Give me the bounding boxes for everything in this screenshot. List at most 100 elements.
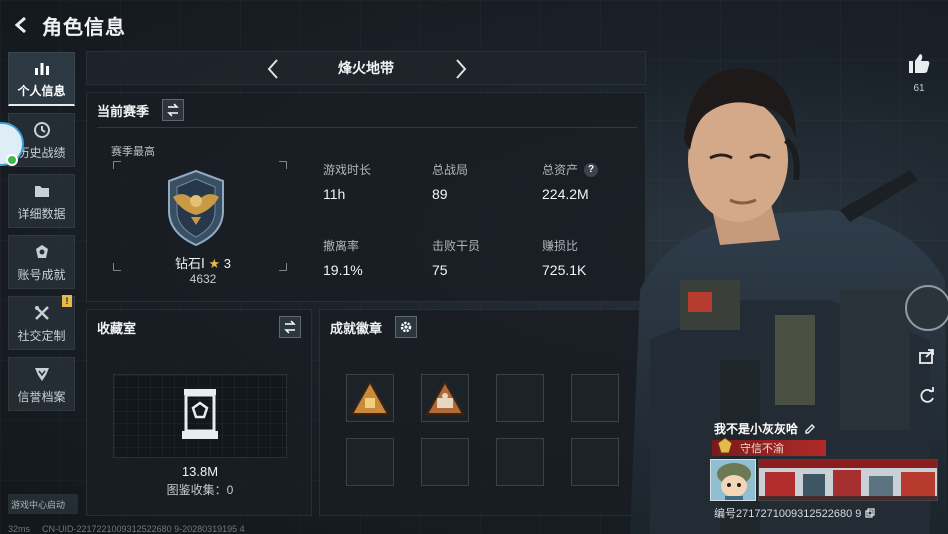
diamond-rank-emblem-icon [168,169,224,247]
sidebar-item-label: 个人信息 [17,84,66,98]
stat-value: 75 [432,262,448,278]
stat-value: 725.1K [542,262,587,278]
bottom-status-bar: 32ms CN-UID-2217221009312522680 9-202803… [8,524,408,534]
frame-corner [113,161,121,169]
sidebar-item-label: 社交定制 [17,328,66,343]
player-id: 编号2717271009312522680 9 [714,508,862,520]
stat-label: 赚损比 [542,239,579,253]
rank-name-row: 钻石Ⅰ ★ 3 [143,253,263,272]
panel-title: 成就徽章 [330,321,383,336]
share-icon [919,349,934,364]
stat-label: 击败干员 [432,239,481,253]
thumbs-up-icon[interactable] [907,52,931,74]
swap-icon [167,103,179,117]
back-button[interactable] [8,12,34,38]
bar-chart-icon [32,58,52,78]
gold-badge-icon [350,380,390,415]
stat-value: 89 [432,186,448,202]
player-title: 守信不渝 [740,443,784,455]
banner-scene-icon [759,460,937,500]
badge-slot-empty[interactable] [496,438,544,486]
player-name-row: 我不是小灰灰哈 [714,420,816,437]
display-case-icon [182,389,218,439]
stat-profit-loss-ratio: 赚损比 725.1K [542,237,586,278]
frame-corner [279,161,287,169]
chevron-right-icon [456,59,467,79]
next-season-button[interactable] [449,57,473,81]
sidebar-item-label: 账号成就 [17,267,66,282]
reputation-icon [32,364,52,384]
panel-title: 当前赛季 [97,104,150,119]
achievement-icon [32,242,52,262]
stat-value: 224.2M [542,186,589,202]
season-highest-label: 赛季最高 [111,146,155,158]
back-arrow-icon [14,16,26,34]
collection-display[interactable] [113,374,287,458]
season-title: 烽火地带 [338,60,394,76]
achievement-badges-panel: 成就徽章 [319,309,646,516]
avatar-portrait-icon [711,460,755,500]
frame-corner [113,263,121,271]
badge-slot-empty[interactable] [346,438,394,486]
header: 角色信息 [8,10,126,40]
sidebar-item-personal-info[interactable]: 个人信息 [8,52,75,106]
refresh-icon [920,387,934,403]
player-name: 我不是小灰灰哈 [714,422,799,436]
uid-text: CN-UID-2217221009312522680 9-20280319195… [42,524,245,534]
copy-icon[interactable] [865,508,876,518]
stat-label: 总战局 [432,163,469,177]
sidebar: 个人信息 历史战绩 详细数据 账号成就 社交定制 ! 信誉档案 [8,52,76,418]
prev-season-button[interactable] [261,57,285,81]
rank-points: 4632 [189,272,217,286]
rotate-button[interactable] [916,385,938,407]
sidebar-item-label: 详细数据 [17,206,66,221]
history-icon [32,120,52,140]
share-button[interactable] [916,345,938,367]
player-banner[interactable] [758,459,938,501]
title-emblem-icon [717,437,733,454]
badge-slot[interactable] [346,374,394,422]
player-title-banner[interactable]: 守信不渝 [712,437,826,456]
stat-label: 总资产 [542,163,579,177]
badge-slot[interactable] [421,374,469,422]
collection-count: 图鉴收集：0 [166,483,234,497]
like-count: 61 [913,83,925,94]
stat-value: 19.1% [323,262,363,278]
switch-season-button[interactable] [162,99,184,121]
folder-icon [32,181,52,201]
online-status-icon [6,154,18,166]
gear-icon [400,321,412,333]
stat-value: 11h [323,186,346,202]
stat-extraction-rate: 撤离率 19.1% [323,237,363,278]
edit-icon[interactable] [804,423,816,435]
help-icon[interactable]: ? [584,162,599,177]
sidebar-item-label: 历史战绩 [17,145,66,160]
current-season-panel: 当前赛季 赛季最高 钻石Ⅰ ★ 3 4632 游戏时长 11h 总战局 89 总… [86,92,646,302]
notification-badge: ! [62,295,72,307]
badge-settings-button[interactable] [395,316,417,338]
page-title: 角色信息 [42,16,126,39]
stat-operators-defeated: 击败干员 75 [432,237,480,278]
sidebar-item-achievements[interactable]: 账号成就 [8,235,75,289]
rank-name: 钻石Ⅰ [175,256,205,271]
panel-title: 收藏室 [97,321,137,336]
like-area: 61 [904,52,934,94]
frame-corner [279,263,287,271]
badge-slot-empty[interactable] [496,374,544,422]
stat-label: 游戏时长 [323,163,372,177]
switch-collection-button[interactable] [279,316,301,338]
badge-slot-empty[interactable] [421,438,469,486]
sidebar-item-reputation[interactable]: 信誉档案 [8,357,75,411]
stat-total-assets: 总资产 ? 224.2M [542,161,599,202]
divider [97,127,637,128]
bronze-badge-icon [425,380,465,415]
chevron-left-icon [267,59,278,79]
rank-stars: 3 [223,256,231,271]
avatar[interactable] [710,459,756,501]
ping-text: 32ms [8,524,31,534]
sidebar-item-social-custom[interactable]: 社交定制 ! [8,295,75,350]
sidebar-item-detailed-data[interactable]: 详细数据 [8,174,75,228]
collection-room-panel: 收藏室 13.8M 图鉴收集：0 [86,309,312,516]
star-icon: ★ [208,256,221,271]
stat-label: 撤离率 [323,239,360,253]
